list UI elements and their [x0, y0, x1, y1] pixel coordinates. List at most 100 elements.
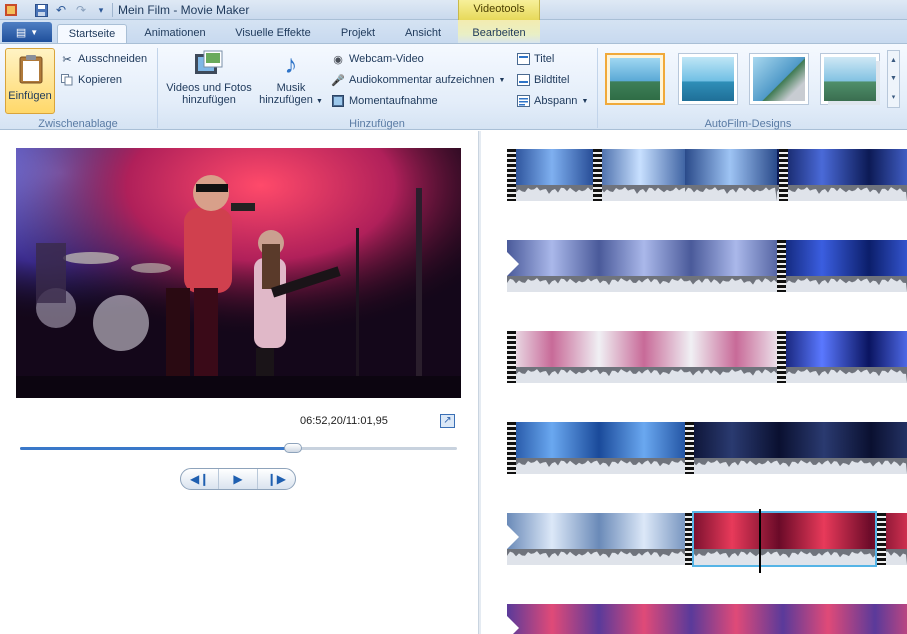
- autofilm-theme-1[interactable]: [605, 53, 665, 105]
- snapshot-label: Momentaufnahme: [349, 95, 438, 107]
- next-frame-button[interactable]: ❙▶: [258, 469, 295, 489]
- audio-waveform: [595, 185, 685, 201]
- autofilm-theme-3[interactable]: [749, 53, 809, 105]
- tab-visuelle-effekte[interactable]: Visuelle Effekte: [224, 24, 322, 44]
- webcam-icon: ◉: [333, 53, 343, 66]
- snapshot-button[interactable]: Momentaufnahme: [331, 94, 438, 108]
- chevron-down-icon: ▼: [30, 27, 39, 37]
- app-menu-icon: ▤: [15, 26, 27, 39]
- video-clip[interactable]: [777, 331, 907, 383]
- caption-icon: [516, 73, 530, 87]
- concert-video-frame: [16, 148, 461, 398]
- qat-separator: [112, 3, 113, 17]
- audio-waveform: [687, 458, 907, 474]
- scroll-down-icon[interactable]: ▼: [890, 75, 897, 82]
- group-separator: [597, 48, 598, 128]
- film-sprocket: [507, 149, 516, 201]
- ribbon-tab-row: ▤ ▼ Startseite Animationen Visuelle Effe…: [0, 20, 907, 44]
- add-videos-photos-button[interactable]: Videos und Fotos hinzufügen: [162, 50, 256, 106]
- expand-icon: ↗: [443, 415, 452, 426]
- gallery-more-icon[interactable]: ▾: [892, 93, 896, 101]
- video-clip[interactable]: [777, 240, 907, 292]
- themes-group-label: AutoFilm-Designs: [704, 118, 792, 130]
- theme-thumbnail: [610, 58, 660, 100]
- autofilm-theme-2[interactable]: [678, 53, 738, 105]
- video-clip[interactable]: [595, 149, 685, 201]
- storyboard-track: [507, 422, 907, 474]
- credits-button[interactable]: Abspann ▼: [516, 94, 588, 108]
- clip-thumbnail: [777, 240, 907, 276]
- chevron-down-icon: ▼: [581, 97, 589, 105]
- selected-clip-outline: [692, 511, 877, 567]
- copy-icon: [60, 73, 74, 87]
- title-label: Titel: [534, 53, 555, 65]
- previous-frame-icon: ◀❙: [190, 472, 210, 486]
- playhead[interactable]: [759, 509, 761, 573]
- video-clip[interactable]: [507, 331, 777, 383]
- audio-waveform: [685, 185, 777, 201]
- record-narration-button[interactable]: 🎤 Audiokommentar aufzeichnen ▼: [331, 73, 505, 87]
- video-clip[interactable]: [507, 149, 595, 201]
- copy-button[interactable]: Kopieren: [60, 73, 122, 87]
- time-readout: 06:52,20/11:01,95: [300, 415, 388, 427]
- add-music-label: Musik hinzufügen: [259, 82, 313, 106]
- scroll-up-icon[interactable]: ▲: [890, 57, 897, 64]
- title-button[interactable]: Titel: [516, 52, 554, 66]
- video-clip[interactable]: [777, 149, 907, 201]
- clipboard-icon: [19, 55, 43, 84]
- copy-label: Kopieren: [78, 74, 123, 86]
- play-button[interactable]: ▶: [219, 469, 258, 489]
- music-note-icon: ♪: [284, 49, 298, 79]
- paste-button[interactable]: Einfügen: [5, 48, 55, 114]
- seek-bar[interactable]: [20, 443, 457, 453]
- tab-ansicht[interactable]: Ansicht: [394, 24, 452, 44]
- tab-startseite[interactable]: Startseite: [57, 24, 127, 44]
- theme-gallery-scroll[interactable]: ▲ ▼ ▾: [887, 50, 900, 108]
- caption-label: Bildtitel: [534, 74, 570, 86]
- storyboard-track: [507, 240, 907, 292]
- audio-waveform: [777, 185, 907, 201]
- clip-thumbnail: [507, 240, 777, 276]
- previous-frame-button[interactable]: ◀❙: [181, 469, 220, 489]
- film-photo-icon: [195, 50, 223, 74]
- save-icon[interactable]: [33, 2, 49, 18]
- seek-thumb[interactable]: [283, 443, 302, 453]
- redo-icon[interactable]: ↷: [73, 2, 89, 18]
- add-group-label: Hinzufügen: [349, 118, 405, 130]
- title-bar: ↶ ↷ ▾ Mein Film - Movie Maker Videotools: [0, 0, 907, 20]
- add-music-button[interactable]: ♪ Musik hinzufügen ▼: [256, 50, 326, 108]
- film-sprocket: [507, 331, 516, 383]
- theme-thumbnail: [682, 57, 734, 101]
- fullscreen-button[interactable]: ↗: [440, 414, 455, 428]
- microphone-icon: 🎤: [331, 74, 345, 87]
- clip-thumbnail: [595, 149, 685, 185]
- video-preview[interactable]: [16, 148, 461, 398]
- application-menu-button[interactable]: ▤ ▼: [2, 22, 52, 42]
- video-clip[interactable]: [687, 422, 907, 474]
- transition-marker: [507, 252, 519, 276]
- customize-dropdown-icon[interactable]: ▾: [93, 2, 109, 18]
- chevron-down-icon: ▼: [315, 98, 323, 105]
- video-clip[interactable]: [685, 149, 777, 201]
- autofilm-theme-4[interactable]: [820, 53, 880, 105]
- tab-projekt[interactable]: Projekt: [328, 24, 388, 44]
- playback-controls: ◀❙ ▶ ❙▶: [180, 468, 296, 490]
- caption-button[interactable]: Bildtitel: [516, 73, 569, 87]
- cut-button[interactable]: ✂ Ausschneiden: [60, 52, 147, 66]
- video-clip[interactable]: [507, 240, 777, 292]
- movie-maker-app-icon[interactable]: [3, 2, 19, 18]
- video-clip[interactable]: [507, 604, 907, 634]
- tab-animationen[interactable]: Animationen: [134, 24, 216, 44]
- clip-thumbnail: [507, 513, 687, 549]
- credits-icon: [516, 94, 530, 108]
- undo-icon[interactable]: ↶: [53, 2, 69, 18]
- theme-thumbnail: [824, 57, 876, 101]
- audio-waveform: [507, 367, 777, 383]
- storyboard-timeline[interactable]: [482, 131, 907, 634]
- webcam-video-button[interactable]: ◉ Webcam-Video: [331, 52, 424, 66]
- tab-bearbeiten[interactable]: Bearbeiten: [463, 24, 535, 44]
- video-clip[interactable]: [507, 513, 687, 565]
- video-clip[interactable]: [507, 422, 687, 474]
- transition-marker: [507, 525, 519, 549]
- pane-splitter[interactable]: [478, 131, 481, 634]
